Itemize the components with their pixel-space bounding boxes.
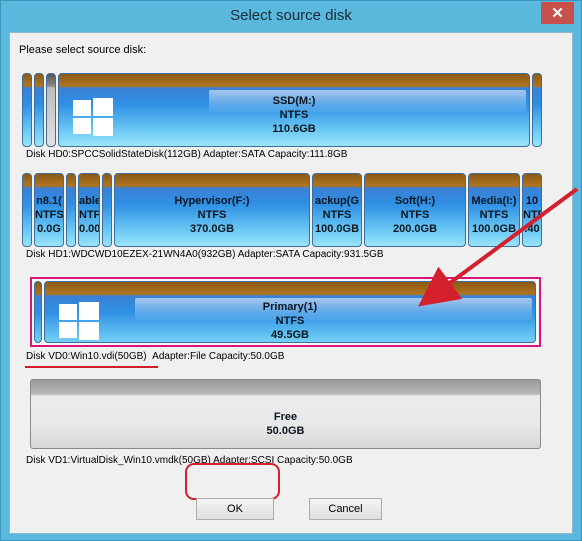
dialog-window: Select source disk ✕ Please select sourc… xyxy=(0,0,582,541)
red-arrow-annotation xyxy=(418,187,579,307)
